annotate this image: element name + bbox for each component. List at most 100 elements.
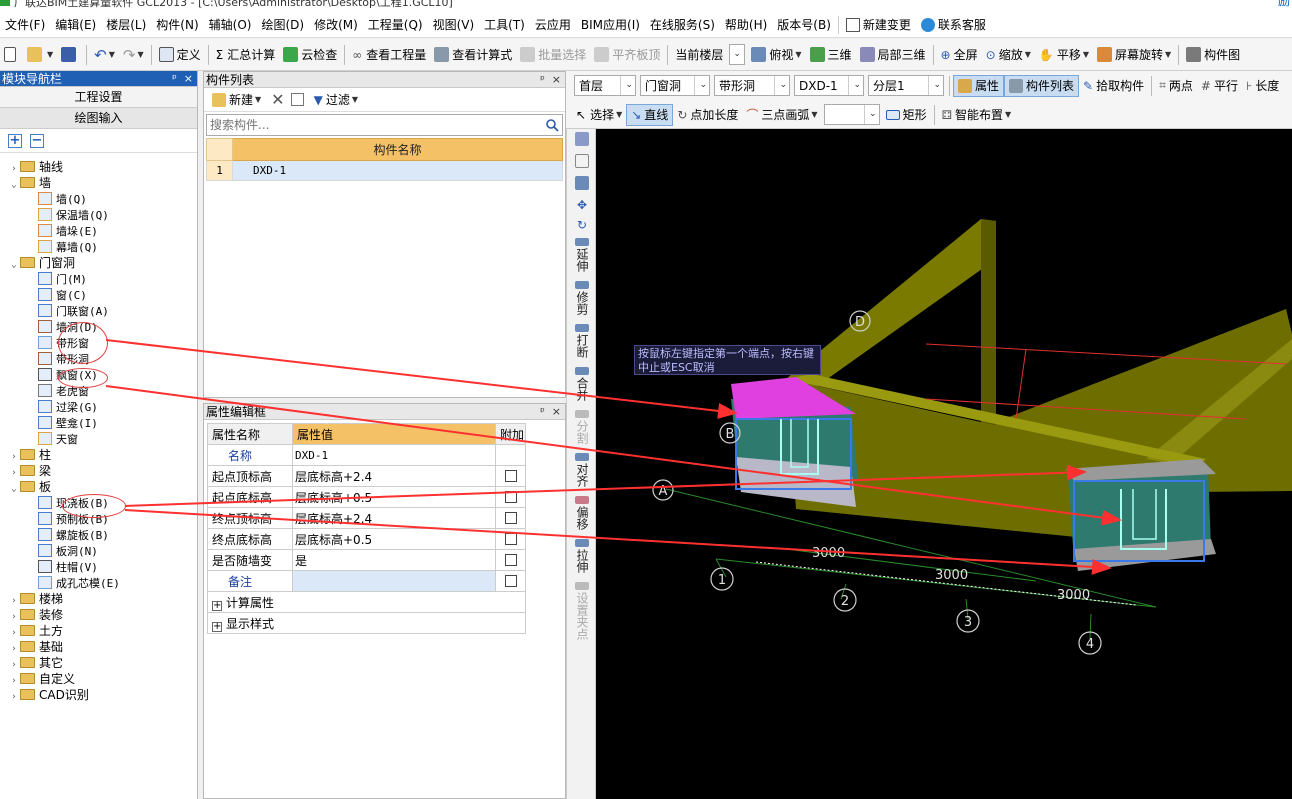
property-row[interactable]: 起点顶标高 层底标高+2.4: [207, 465, 526, 487]
property-value[interactable]: 是: [292, 549, 496, 571]
local-3d-button[interactable]: 局部三维: [856, 43, 930, 67]
property-value[interactable]: 层底标高+2.4: [292, 465, 496, 487]
component-search-input[interactable]: [207, 115, 542, 135]
select-tool[interactable]: ↖ 选择 ▼: [572, 104, 626, 126]
stretch-tool[interactable]: 拉伸: [567, 536, 597, 579]
add-length-tool[interactable]: ↻ 点加长度: [673, 104, 742, 126]
layer-select[interactable]: 分层1 ⌄: [868, 75, 944, 96]
new-file-button[interactable]: [0, 43, 23, 67]
pan-button[interactable]: ✋ 平移 ▼: [1035, 43, 1093, 67]
view-formula-button[interactable]: 查看计算式: [430, 43, 516, 67]
contact-support-button[interactable]: 联系客服: [916, 13, 991, 38]
tree-folder[interactable]: › 楼梯: [0, 591, 197, 607]
menu-view[interactable]: 视图(V): [428, 13, 480, 38]
extend-tool[interactable]: 延伸: [567, 235, 597, 278]
tree-item[interactable]: 墙洞(D): [0, 319, 197, 335]
tree-item[interactable]: 带形窗: [0, 335, 197, 351]
property-value[interactable]: DXD-1: [292, 444, 496, 466]
new-component-button[interactable]: 新建 ▼: [208, 89, 265, 111]
table-row[interactable]: 1 DXD-1: [206, 160, 563, 181]
group-display-style[interactable]: + 显示样式: [207, 612, 526, 634]
menu-file[interactable]: 文件(F): [0, 13, 50, 38]
property-row[interactable]: 备注: [207, 570, 526, 592]
top-view-button[interactable]: 俯视 ▼: [747, 43, 805, 67]
menu-component[interactable]: 构件(N): [151, 13, 203, 38]
menu-tools[interactable]: 工具(T): [479, 13, 530, 38]
undo-button[interactable]: ↶ ▼: [90, 43, 119, 67]
property-row[interactable]: 终点底标高 层底标高+0.5: [207, 528, 526, 550]
tree-folder[interactable]: › 土方: [0, 623, 197, 639]
expand-icon[interactable]: +: [212, 621, 222, 632]
define-button[interactable]: 定义: [155, 43, 205, 67]
align-slab-top-button[interactable]: 平齐板顶: [590, 43, 664, 67]
move-tool[interactable]: ✥: [567, 195, 597, 215]
property-row[interactable]: 终点顶标高 层底标高+2.4: [207, 507, 526, 529]
property-value[interactable]: 层底标高+2.4: [292, 507, 496, 529]
menu-modify[interactable]: 修改(M): [309, 13, 363, 38]
component-pick-button[interactable]: 构件图: [1182, 43, 1244, 67]
tree-folder[interactable]: ⌄ 板: [0, 479, 197, 495]
current-floor-button[interactable]: 当前楼层: [671, 43, 727, 67]
tree-item[interactable]: 保温墙(Q): [0, 207, 197, 223]
menu-floor[interactable]: 楼层(L): [101, 13, 151, 38]
tree-item[interactable]: 螺旋板(B): [0, 527, 197, 543]
delete-icon[interactable]: ✕: [271, 90, 284, 109]
pick-component-button[interactable]: ✎ 拾取构件: [1079, 75, 1148, 97]
tree-folder[interactable]: ⌄ 门窗洞: [0, 255, 197, 271]
open-file-button[interactable]: ▼: [23, 43, 57, 67]
property-row[interactable]: 是否随墙变是: [207, 549, 526, 571]
tree-folder[interactable]: › 柱: [0, 447, 197, 463]
copy-icon[interactable]: [290, 93, 304, 106]
extra-checkbox[interactable]: [504, 470, 517, 482]
type-select[interactable]: 门窗洞 ⌄: [640, 75, 710, 96]
project-settings-button[interactable]: 工程设置: [0, 87, 197, 108]
subtype-select[interactable]: 带形洞 ⌄: [714, 75, 790, 96]
rectangle-tool[interactable]: 矩形: [882, 104, 931, 126]
tree-item[interactable]: 墙(Q): [0, 191, 197, 207]
two-point-button[interactable]: ⌗ 两点: [1155, 75, 1197, 97]
copy-tool[interactable]: [567, 151, 597, 173]
menu-help[interactable]: 帮助(H): [720, 13, 772, 38]
tree-item[interactable]: 现浇板(B): [0, 495, 197, 511]
tree-item[interactable]: 成孔芯模(E): [0, 575, 197, 591]
tree-item[interactable]: 飘窗(X): [0, 367, 197, 383]
menu-quantity[interactable]: 工程量(Q): [363, 13, 428, 38]
column-header-component-name[interactable]: 构件名称: [232, 138, 563, 161]
extra-checkbox[interactable]: [504, 533, 517, 545]
expand-icon[interactable]: +: [212, 600, 222, 611]
search-icon[interactable]: [542, 115, 562, 135]
menu-draw[interactable]: 绘图(D): [256, 13, 309, 38]
length-button[interactable]: ⊦ 长度: [1242, 75, 1283, 97]
extra-checkbox[interactable]: [504, 575, 517, 587]
panel-controls[interactable]: ᵖ ×: [540, 404, 561, 420]
tree-item[interactable]: 壁龛(I): [0, 415, 197, 431]
tree-item[interactable]: 板洞(N): [0, 543, 197, 559]
tree-item[interactable]: 幕墙(Q): [0, 239, 197, 255]
split-tool[interactable]: 分割: [567, 407, 597, 450]
extra-checkbox[interactable]: [504, 491, 517, 503]
offset-tool[interactable]: 偏移: [567, 493, 597, 536]
property-value[interactable]: [292, 570, 496, 592]
menu-online[interactable]: 在线服务(S): [645, 13, 720, 38]
extra-checkbox[interactable]: [504, 512, 517, 524]
align-tool[interactable]: 对齐: [567, 450, 597, 493]
tree-folder[interactable]: › 其它: [0, 655, 197, 671]
property-value[interactable]: 层底标高+0.5: [292, 528, 496, 550]
save-button[interactable]: [57, 43, 83, 67]
arc-option-select[interactable]: ⌄: [823, 104, 880, 125]
expand-all-icon[interactable]: +: [8, 133, 22, 148]
property-toggle[interactable]: 属性: [953, 74, 1005, 97]
3d-view-button[interactable]: 三维: [806, 43, 856, 67]
tree-item[interactable]: 预制板(B): [0, 511, 197, 527]
property-row[interactable]: 起点底标高 层底标高+0.5: [207, 486, 526, 508]
break-tool[interactable]: 打断: [567, 321, 597, 364]
new-change-button[interactable]: 新建变更: [841, 13, 916, 38]
property-row[interactable]: 名称 DXD-1: [207, 444, 526, 466]
menu-version[interactable]: 版本号(B): [772, 13, 836, 38]
expand-toggle-icon[interactable]: ›: [8, 689, 20, 705]
tree-folder[interactable]: › 基础: [0, 639, 197, 655]
trim-tool[interactable]: 修剪: [567, 278, 597, 321]
extra-checkbox[interactable]: [504, 554, 517, 566]
three-point-arc-tool[interactable]: ⌒ 三点画弧 ▼: [742, 104, 821, 126]
merge-tool[interactable]: 合并: [567, 364, 597, 407]
